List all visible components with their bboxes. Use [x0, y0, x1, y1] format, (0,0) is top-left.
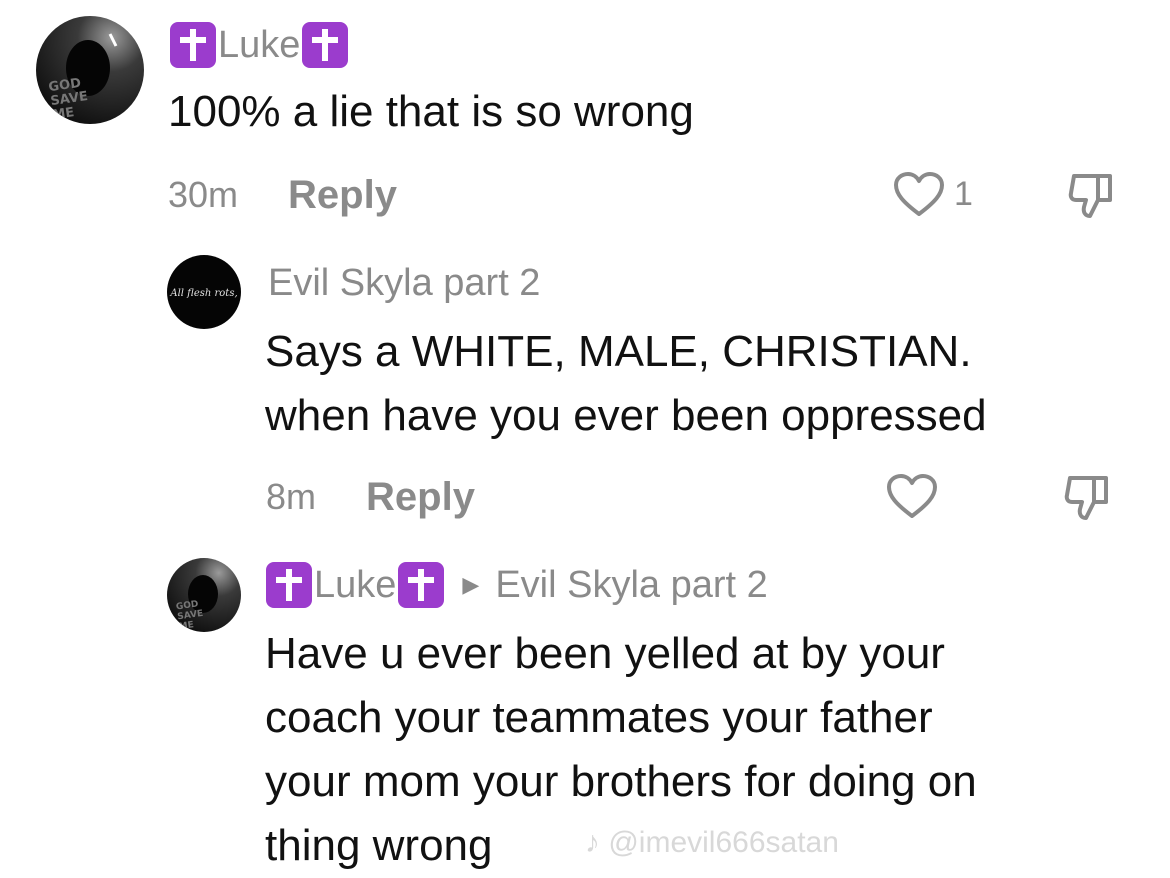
avatar-text-line: ME — [178, 620, 194, 632]
comment-meta: 8m Reply — [266, 472, 475, 522]
comment-header: Evil Skyla part 2 — [266, 258, 542, 308]
cross-icon — [266, 562, 312, 608]
reply-button[interactable]: Reply — [288, 173, 397, 218]
reply-button[interactable]: Reply — [366, 475, 475, 520]
comment-meta: 30m Reply — [168, 170, 397, 220]
like-count: 1 — [954, 175, 973, 213]
timestamp: 8m — [266, 476, 317, 517]
heart-icon[interactable] — [893, 172, 945, 223]
username[interactable]: Luke — [314, 564, 396, 607]
avatar-luke[interactable]: GOD SAVE ME — [36, 16, 144, 124]
username[interactable]: Evil Skyla part 2 — [268, 262, 540, 305]
comment-text: Says a WHITE, MALE, CHRISTIAN. when have… — [265, 320, 987, 448]
cross-icon — [170, 22, 216, 68]
comment-line: when have you ever been oppressed — [265, 391, 987, 440]
comment-line: your mom your brothers for doing on — [265, 757, 977, 806]
avatar-text: All flesh rots, — [169, 288, 237, 299]
tiktok-icon: ♪ — [585, 826, 600, 859]
reply-to-username[interactable]: Evil Skyla part 2 — [495, 564, 767, 607]
username[interactable]: Luke — [218, 24, 300, 67]
avatar-evil-skyla[interactable]: All flesh rots, — [167, 255, 241, 329]
reply-arrow-icon: ▶ — [462, 572, 480, 597]
cross-icon — [398, 562, 445, 608]
heart-icon[interactable] — [886, 474, 938, 525]
comment-text: 100% a lie that is so wrong — [168, 80, 694, 144]
cross-icon — [302, 22, 349, 68]
comment-header: Luke ▶ Evil Skyla part 2 — [266, 560, 770, 610]
dislike-icon[interactable] — [1068, 170, 1118, 227]
avatar-luke[interactable]: GOD SAVE ME — [167, 558, 241, 632]
comment-line: 100% a lie that is so wrong — [168, 87, 694, 136]
watermark: ♪ @imevil666satan — [585, 826, 839, 860]
comment-line: Says a WHITE, MALE, CHRISTIAN. — [265, 327, 972, 376]
comment-line: Have u ever been yelled at by your — [265, 629, 945, 678]
timestamp: 30m — [168, 174, 239, 215]
watermark-text: @imevil666satan — [608, 826, 839, 859]
dislike-icon[interactable] — [1064, 472, 1114, 529]
avatar-text-line: ME — [52, 105, 76, 123]
comment-line: coach your teammates your father — [265, 693, 933, 742]
comment-header: Luke — [170, 20, 349, 70]
